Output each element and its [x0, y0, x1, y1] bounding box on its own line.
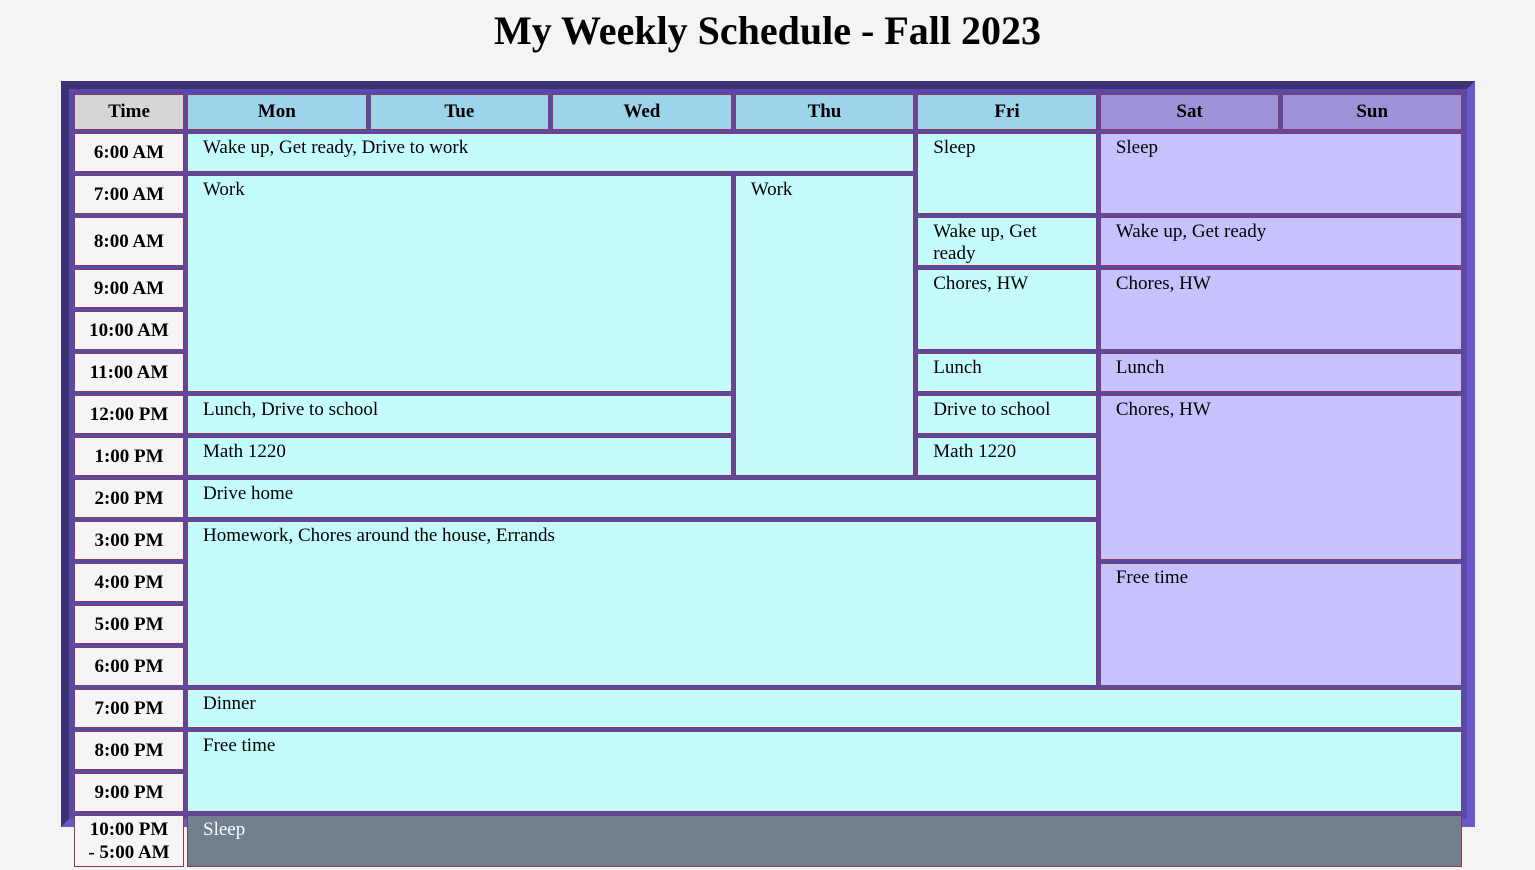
event-fri-drive-school: Drive to school [917, 395, 1097, 434]
time-label: 8:00 AM [74, 217, 184, 266]
time-label: 8:00 PM [74, 731, 184, 770]
table-row: 8:00 PM Free time [74, 731, 1462, 812]
time-label: 11:00 AM [74, 353, 184, 392]
time-label: 2:00 PM [74, 479, 184, 518]
day-header-tue: Tue [369, 94, 550, 130]
event-work-thu: Work [734, 175, 915, 476]
time-label: 7:00 PM [74, 689, 184, 728]
table-row: 7:00 PM Dinner [74, 689, 1462, 728]
event-weekend-lunch: Lunch [1099, 353, 1462, 392]
time-label: 12:00 PM [74, 395, 184, 434]
day-header-thu: Thu [734, 94, 915, 130]
event-wake-drive-work: Wake up, Get ready, Drive to work [187, 133, 915, 172]
table-row: 10:00 PM - 5:00 AM Sleep [74, 815, 1462, 867]
page-title: My Weekly Schedule - Fall 2023 [493, 8, 1042, 53]
event-fri-wake: Wake up, Get ready [917, 217, 1097, 266]
time-label: 5:00 PM [74, 605, 184, 644]
schedule-frame: Time Mon Tue Wed Thu Fri Sat Sun 6:00 AM… [61, 81, 1475, 867]
day-header-sun: Sun [1282, 94, 1462, 130]
time-label: 3:00 PM [74, 521, 184, 560]
event-weekend-sleep: Sleep [1099, 133, 1462, 214]
event-sleep: Sleep [187, 815, 1462, 867]
event-fri-lunch: Lunch [917, 353, 1097, 392]
time-label: 6:00 PM [74, 647, 184, 686]
event-work-mon-wed: Work [187, 175, 732, 392]
time-label: 9:00 PM [74, 773, 184, 812]
schedule-table: Time Mon Tue Wed Thu Fri Sat Sun 6:00 AM… [71, 91, 1465, 870]
event-free-time: Free time [187, 731, 1462, 812]
event-fri-sleep: Sleep [917, 133, 1097, 214]
event-drive-home: Drive home [187, 479, 1097, 518]
event-dinner: Dinner [187, 689, 1462, 728]
event-weekend-chores: Chores, HW [1099, 269, 1462, 350]
event-weekend-free-time: Free time [1099, 563, 1462, 686]
event-fri-math: Math 1220 [917, 437, 1097, 476]
event-weekend-wake: Wake up, Get ready [1099, 217, 1462, 266]
time-label-line2: - 5:00 AM [88, 842, 170, 863]
time-label: 10:00 AM [74, 311, 184, 350]
event-math-mon-wed: Math 1220 [187, 437, 732, 476]
event-homework-chores-errands: Homework, Chores around the house, Erran… [187, 521, 1097, 686]
time-label: 7:00 AM [74, 175, 184, 214]
day-header-mon: Mon [187, 94, 367, 130]
time-label: 4:00 PM [74, 563, 184, 602]
time-label: 1:00 PM [74, 437, 184, 476]
day-header-wed: Wed [552, 94, 732, 130]
time-label: 9:00 AM [74, 269, 184, 308]
day-header-sat: Sat [1099, 94, 1280, 130]
time-header: Time [74, 94, 184, 130]
day-header-fri: Fri [917, 94, 1097, 130]
event-fri-chores: Chores, HW [917, 269, 1097, 350]
header-row: Time Mon Tue Wed Thu Fri Sat Sun [74, 94, 1462, 130]
time-label-line1: 10:00 PM [89, 819, 169, 840]
time-label: 6:00 AM [74, 133, 184, 172]
event-lunch-drive-school: Lunch, Drive to school [187, 395, 732, 434]
event-weekend-chores-afternoon: Chores, HW [1099, 395, 1462, 560]
table-row: 6:00 AM Wake up, Get ready, Drive to wor… [74, 133, 1462, 214]
time-label-night: 10:00 PM - 5:00 AM [74, 815, 184, 867]
